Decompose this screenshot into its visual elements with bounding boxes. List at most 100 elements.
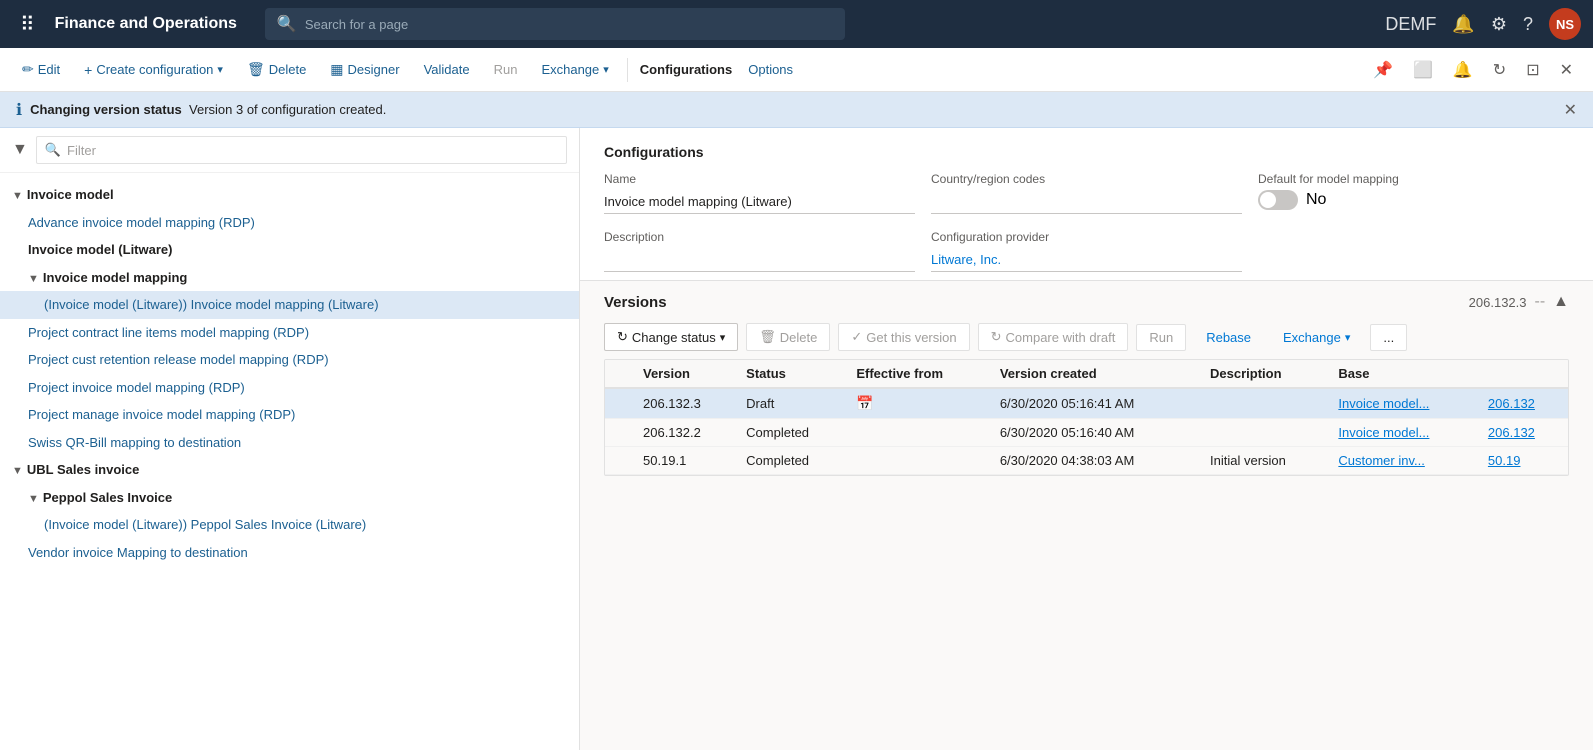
cell-base2: 50.19: [1480, 447, 1568, 475]
notification-icon[interactable]: 🔔: [1452, 14, 1474, 35]
search-bar[interactable]: 🔍: [265, 8, 845, 40]
base-link[interactable]: Invoice model...: [1338, 425, 1429, 440]
run-button[interactable]: Run: [484, 58, 528, 81]
toolbar-separator: [627, 58, 628, 82]
help-icon[interactable]: ?: [1523, 14, 1533, 35]
table-row[interactable]: 206.132.3Draft📅6/30/2020 05:16:41 AMInvo…: [605, 388, 1568, 419]
cell-status: Completed: [738, 447, 848, 475]
toggle-row: No: [1258, 190, 1569, 210]
table-row[interactable]: 50.19.1Completed6/30/2020 04:38:03 AMIni…: [605, 447, 1568, 475]
country-label: Country/region codes: [931, 172, 1242, 186]
default-mapping-toggle[interactable]: [1258, 190, 1298, 210]
notification-count-icon[interactable]: 🔔: [1445, 56, 1481, 84]
create-icon: +: [84, 62, 92, 78]
versions-run-button[interactable]: Run: [1136, 324, 1186, 351]
refresh-icon[interactable]: ↻: [1485, 56, 1514, 84]
tree-item[interactable]: ▼ Peppol Sales Invoice: [0, 484, 579, 512]
tree-item-label: Invoice model mapping: [43, 270, 187, 285]
pin-icon[interactable]: 📌: [1365, 56, 1401, 84]
main-content: ▼ 🔍 ▼ Invoice model Advance invoice model…: [0, 128, 1593, 750]
tree-item[interactable]: (Invoice model (Litware)) Invoice model …: [0, 291, 579, 319]
left-panel: ▼ 🔍 ▼ Invoice model Advance invoice model…: [0, 128, 580, 750]
versions-collapse-icon[interactable]: ▲: [1553, 293, 1569, 311]
versions-toolbar: ↻ Change status ▾ 🗑 Delete ✓ Get this ve…: [604, 323, 1569, 351]
settings-icon[interactable]: ⚙: [1491, 14, 1507, 35]
tree-item[interactable]: Swiss QR-Bill mapping to destination: [0, 429, 579, 457]
tree-item[interactable]: Advance invoice model mapping (RDP): [0, 209, 579, 237]
left-panel-toolbar: ▼ 🔍: [0, 128, 579, 173]
tree-item[interactable]: Vendor invoice Mapping to destination: [0, 539, 579, 567]
delete-button[interactable]: 🗑 Delete: [237, 57, 316, 82]
tree-item[interactable]: Invoice model (Litware): [0, 236, 579, 264]
filter-input-wrapper[interactable]: 🔍: [36, 136, 567, 164]
tree-item-label: Project contract line items model mappin…: [28, 325, 309, 340]
more-options-button[interactable]: ...: [1370, 324, 1407, 351]
cell-status: Completed: [738, 419, 848, 447]
base-link[interactable]: Invoice model...: [1338, 396, 1429, 411]
compare-with-draft-button[interactable]: ↻ Compare with draft: [978, 323, 1129, 351]
table-row[interactable]: 206.132.2Completed6/30/2020 05:16:40 AMI…: [605, 419, 1568, 447]
base-link[interactable]: Customer inv...: [1338, 453, 1424, 468]
tree-item[interactable]: Project invoice model mapping (RDP): [0, 374, 579, 402]
designer-button[interactable]: ▦ Designer: [320, 57, 409, 82]
configurations-label: Configurations: [640, 62, 732, 77]
tree-item[interactable]: ▼ Invoice model: [0, 181, 579, 209]
filter-icon[interactable]: ▼: [12, 141, 28, 159]
cell-description: [1202, 388, 1330, 419]
info-icon: ℹ: [16, 100, 22, 120]
apps-grid-icon[interactable]: ⠿: [12, 8, 43, 41]
col-description: Description: [1202, 360, 1330, 388]
filter-search-icon: 🔍: [45, 142, 61, 158]
tree-item-label: UBL Sales invoice: [27, 462, 139, 477]
versions-exchange-button[interactable]: Exchange ▾: [1271, 325, 1362, 350]
edit-button[interactable]: ✏ Edit: [12, 57, 70, 82]
validate-button[interactable]: Validate: [414, 58, 480, 81]
description-field-group: Description: [604, 230, 915, 272]
cell-version-created: 6/30/2020 04:38:03 AM: [992, 447, 1202, 475]
provider-value: Litware, Inc.: [931, 248, 1242, 272]
info-close-button[interactable]: ✕: [1564, 100, 1577, 120]
close-toolbar-icon[interactable]: ✕: [1552, 56, 1581, 84]
get-this-version-button[interactable]: ✓ Get this version: [838, 323, 969, 351]
base2-link[interactable]: 206.132: [1488, 425, 1535, 440]
tree-item[interactable]: Project manage invoice model mapping (RD…: [0, 401, 579, 429]
create-configuration-button[interactable]: + Create configuration: [74, 58, 233, 82]
rebase-button[interactable]: Rebase: [1194, 325, 1263, 350]
tree-item[interactable]: Project cust retention release model map…: [0, 346, 579, 374]
calendar-icon[interactable]: 📅: [856, 395, 873, 411]
description-value: [604, 248, 915, 272]
provider-link[interactable]: Litware, Inc.: [931, 252, 1001, 267]
name-value: Invoice model mapping (Litware): [604, 190, 915, 214]
tree-item-label: Peppol Sales Invoice: [43, 490, 172, 505]
filter-input[interactable]: [67, 143, 558, 158]
base2-link[interactable]: 206.132: [1488, 396, 1535, 411]
cell-base: Customer inv...: [1330, 447, 1480, 475]
versions-sep: --: [1535, 293, 1546, 311]
get-version-icon: ✓: [851, 329, 862, 345]
cell-r: [605, 388, 635, 419]
config-section-title: Configurations: [604, 144, 1569, 160]
tree-item[interactable]: ▼ UBL Sales invoice: [0, 456, 579, 484]
expand-icon[interactable]: ⬜: [1405, 56, 1441, 84]
tree-item-label: Advance invoice model mapping (RDP): [28, 215, 255, 230]
tree-item[interactable]: Project contract line items model mappin…: [0, 319, 579, 347]
change-status-button[interactable]: ↻ Change status ▾: [604, 323, 738, 351]
tree-item-label: Invoice model (Litware): [28, 242, 172, 257]
tree-item-label: Vendor invoice Mapping to destination: [28, 545, 248, 560]
tree-item[interactable]: (Invoice model (Litware)) Peppol Sales I…: [0, 511, 579, 539]
base2-link[interactable]: 50.19: [1488, 453, 1521, 468]
versions-badge: 206.132.3: [1469, 295, 1527, 310]
cell-effective-from: 📅: [848, 388, 991, 419]
search-input[interactable]: [305, 17, 833, 32]
name-field-group: Name Invoice model mapping (Litware): [604, 172, 915, 214]
restore-icon[interactable]: ⊡: [1518, 56, 1547, 84]
delete-icon: 🗑: [759, 329, 776, 345]
change-status-dropdown-icon: ▾: [720, 331, 726, 344]
default-mapping-label: Default for model mapping: [1258, 172, 1569, 186]
tree-item[interactable]: ▼ Invoice model mapping: [0, 264, 579, 292]
designer-icon: ▦: [330, 61, 343, 78]
user-avatar[interactable]: NS: [1549, 8, 1581, 40]
versions-delete-button[interactable]: 🗑 Delete: [746, 323, 830, 351]
col-base: Base: [1330, 360, 1480, 388]
exchange-button[interactable]: Exchange: [531, 58, 618, 81]
